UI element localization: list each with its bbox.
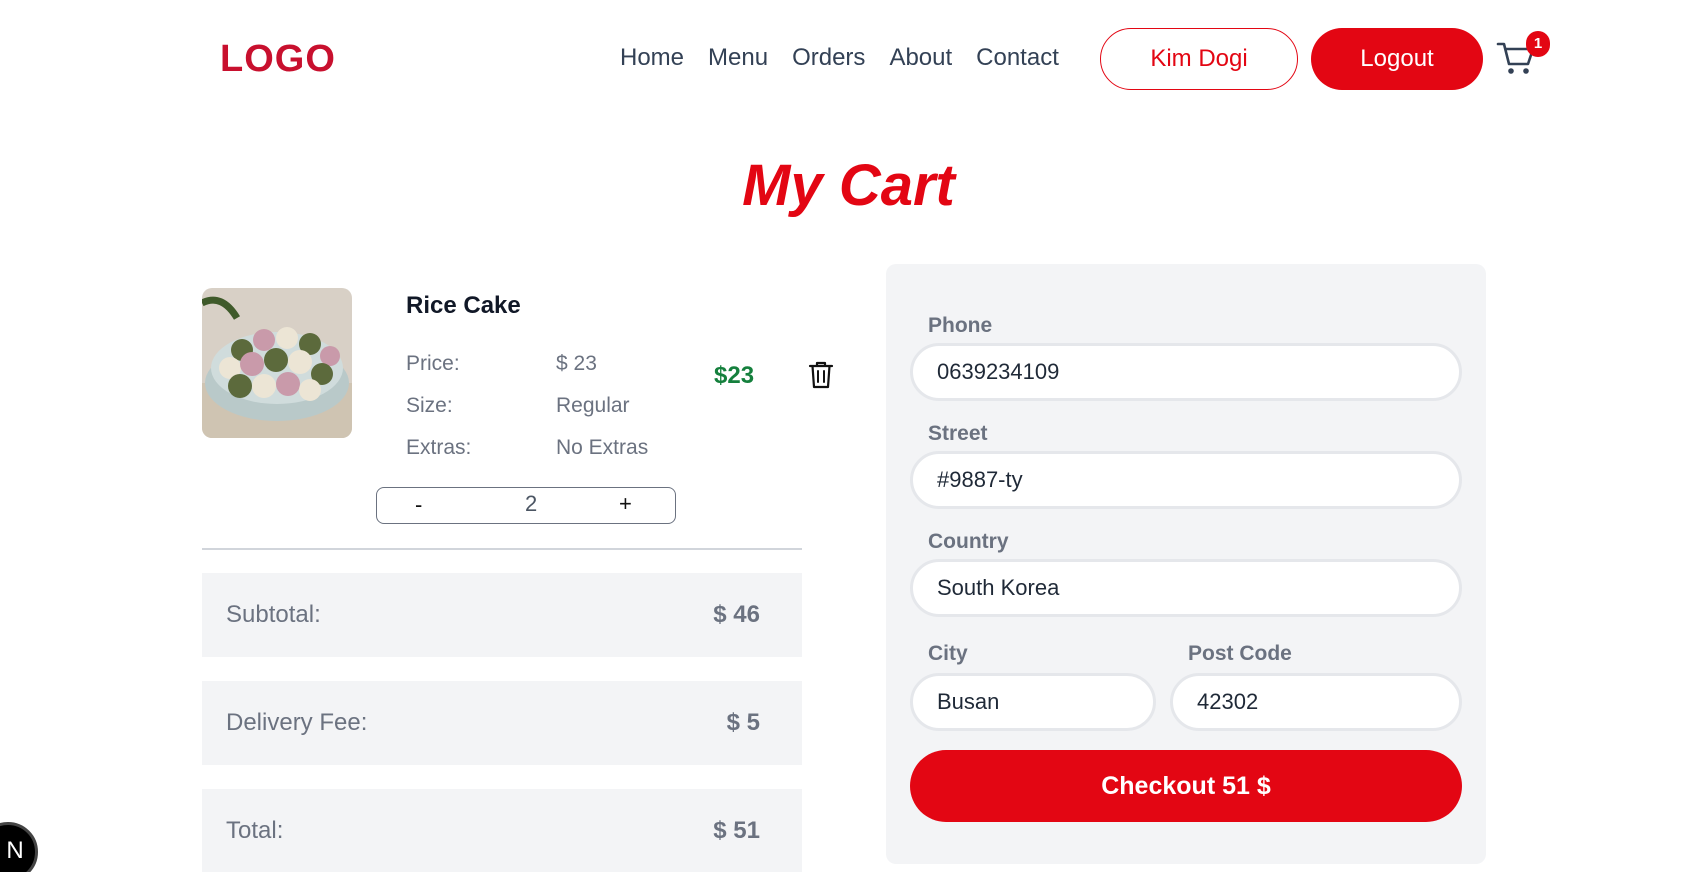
delivery-fee-value: $ 5 (726, 709, 760, 736)
site-header: LOGO Home Menu Orders About Contact Kim … (0, 0, 1697, 120)
trash-icon[interactable] (808, 360, 834, 390)
extras-value: No Extras (556, 436, 649, 459)
post-code-label: Post Code (1188, 642, 1292, 665)
nav-home[interactable]: Home (620, 44, 684, 72)
main-nav: Home Menu Orders About Contact (620, 44, 1059, 72)
quantity-stepper: - 2 + (376, 487, 676, 524)
city-label: City (928, 642, 968, 665)
delivery-fee-row: Delivery Fee: $ 5 (202, 681, 802, 765)
country-field[interactable] (910, 559, 1462, 617)
phone-label: Phone (928, 314, 993, 337)
phone-field[interactable] (910, 343, 1462, 401)
street-label: Street (928, 422, 988, 445)
post-code-field[interactable] (1170, 673, 1462, 731)
subtotal-label: Subtotal: (226, 601, 321, 628)
checkout-button[interactable]: Checkout 51 $ (910, 750, 1462, 822)
total-value: $ 51 (713, 817, 760, 844)
quantity-value: 2 (525, 491, 538, 516)
subtotal-row: Subtotal: $ 46 (202, 573, 802, 657)
rice-cake-image (202, 288, 352, 438)
item-name: Rice Cake (406, 292, 521, 319)
page-title: My Cart (742, 153, 955, 218)
price-label: Price: (406, 352, 460, 375)
subtotal-value: $ 46 (713, 601, 760, 628)
logout-button[interactable]: Logout (1311, 28, 1483, 90)
delivery-fee-label: Delivery Fee: (226, 709, 368, 736)
street-field[interactable] (910, 451, 1462, 509)
city-field[interactable] (910, 673, 1156, 731)
dev-tools-badge[interactable]: N (0, 822, 38, 872)
price-value: $ 23 (556, 352, 597, 375)
nav-menu[interactable]: Menu (708, 44, 768, 72)
increase-quantity-button[interactable]: + (619, 491, 632, 517)
extras-label: Extras: (406, 436, 472, 459)
country-label: Country (928, 530, 1009, 553)
nav-orders[interactable]: Orders (792, 44, 865, 72)
divider (202, 548, 802, 550)
decrease-quantity-button[interactable]: - (415, 492, 422, 518)
total-row: Total: $ 51 (202, 789, 802, 872)
item-total-price: $23 (714, 362, 755, 389)
nav-about[interactable]: About (889, 44, 952, 72)
size-value: Regular (556, 394, 630, 417)
user-profile-button[interactable]: Kim Dogi (1100, 28, 1298, 90)
cart-count-badge: 1 (1526, 31, 1550, 57)
size-label: Size: (406, 394, 453, 417)
nav-contact[interactable]: Contact (976, 44, 1059, 72)
total-label: Total: (226, 817, 284, 844)
logo[interactable]: LOGO (220, 38, 336, 81)
